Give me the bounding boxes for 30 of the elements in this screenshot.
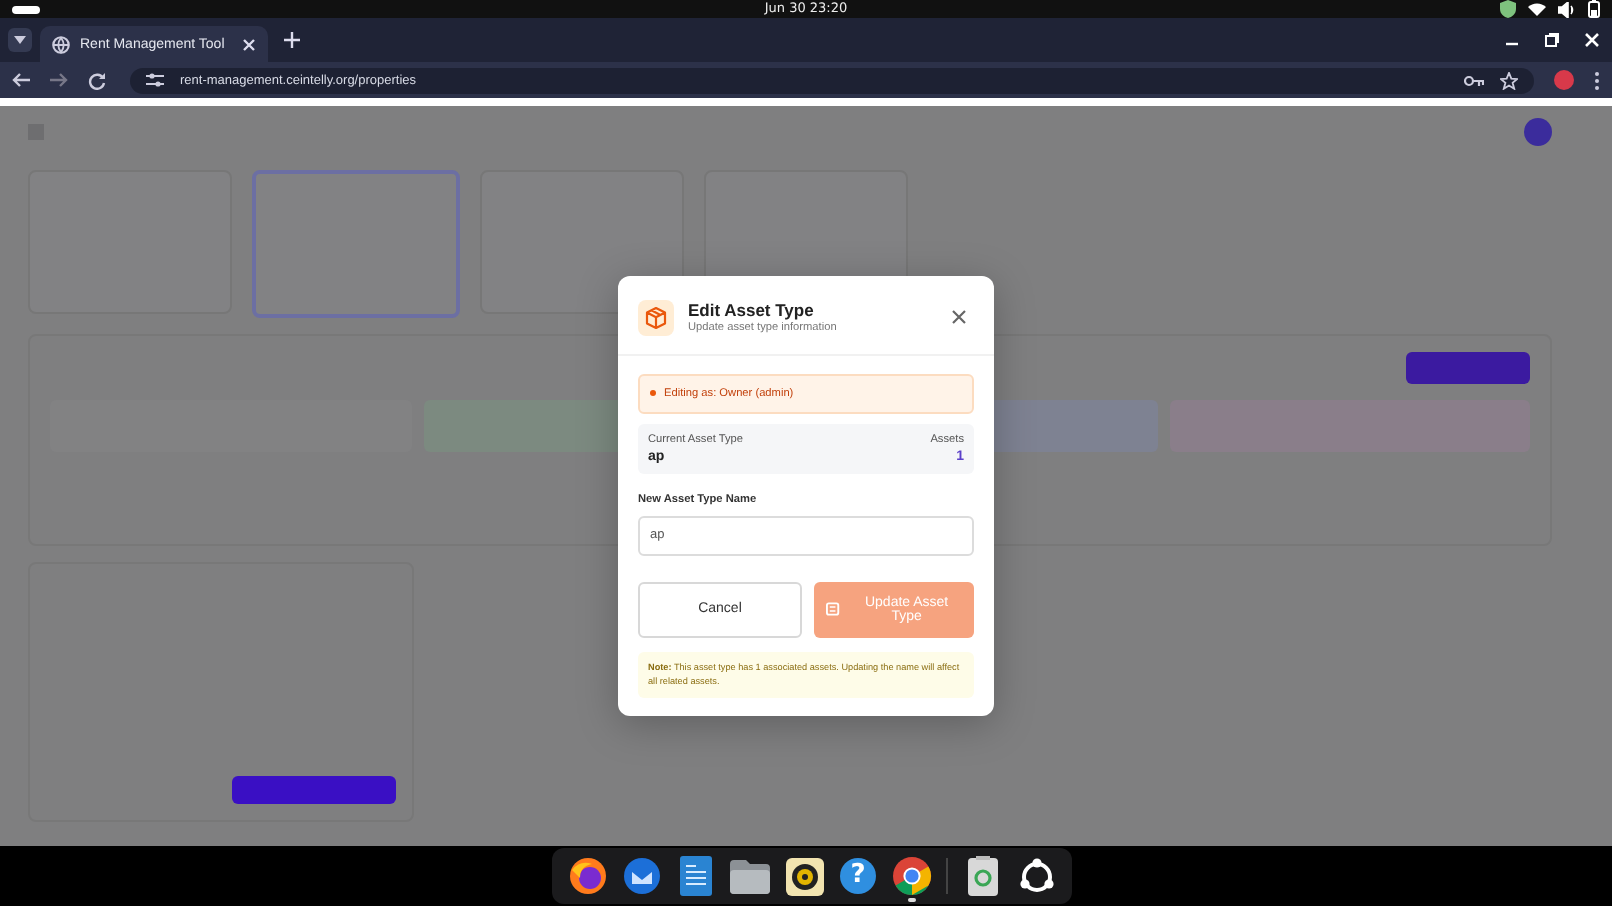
star-icon[interactable] (1500, 71, 1518, 89)
trash-icon[interactable] (967, 856, 997, 896)
package-icon (638, 299, 674, 336)
shield-icon[interactable] (1500, 0, 1516, 18)
restore-icon[interactable] (1544, 32, 1560, 48)
forward-icon[interactable] (50, 72, 68, 88)
globe-icon (52, 35, 70, 53)
browser-icon[interactable] (568, 856, 608, 896)
dialog-title: Edit Asset Type (688, 300, 816, 321)
folder-icon[interactable] (730, 859, 770, 893)
new-tab-icon[interactable] (284, 32, 300, 48)
activities-indicator[interactable] (12, 5, 40, 13)
running-indicator (908, 898, 916, 902)
profile-avatar[interactable] (1554, 70, 1574, 90)
reload-icon[interactable] (88, 71, 106, 89)
browser-icon[interactable] (892, 856, 932, 896)
document-icon (826, 602, 840, 617)
tab-list-button[interactable] (8, 28, 32, 52)
back-icon[interactable] (12, 72, 30, 88)
battery-icon[interactable] (1588, 0, 1600, 18)
menu-icon[interactable] (1594, 71, 1600, 89)
document-icon[interactable] (680, 856, 712, 896)
app-grid-icon[interactable] (1017, 857, 1055, 895)
volume-icon[interactable] (1558, 1, 1576, 17)
speaker-icon[interactable] (785, 857, 823, 895)
mail-icon[interactable] (622, 856, 662, 896)
settings-icon[interactable] (146, 72, 164, 88)
key-icon[interactable] (1464, 73, 1484, 87)
wifi-icon[interactable] (1528, 2, 1546, 16)
caret-icon (14, 36, 26, 44)
